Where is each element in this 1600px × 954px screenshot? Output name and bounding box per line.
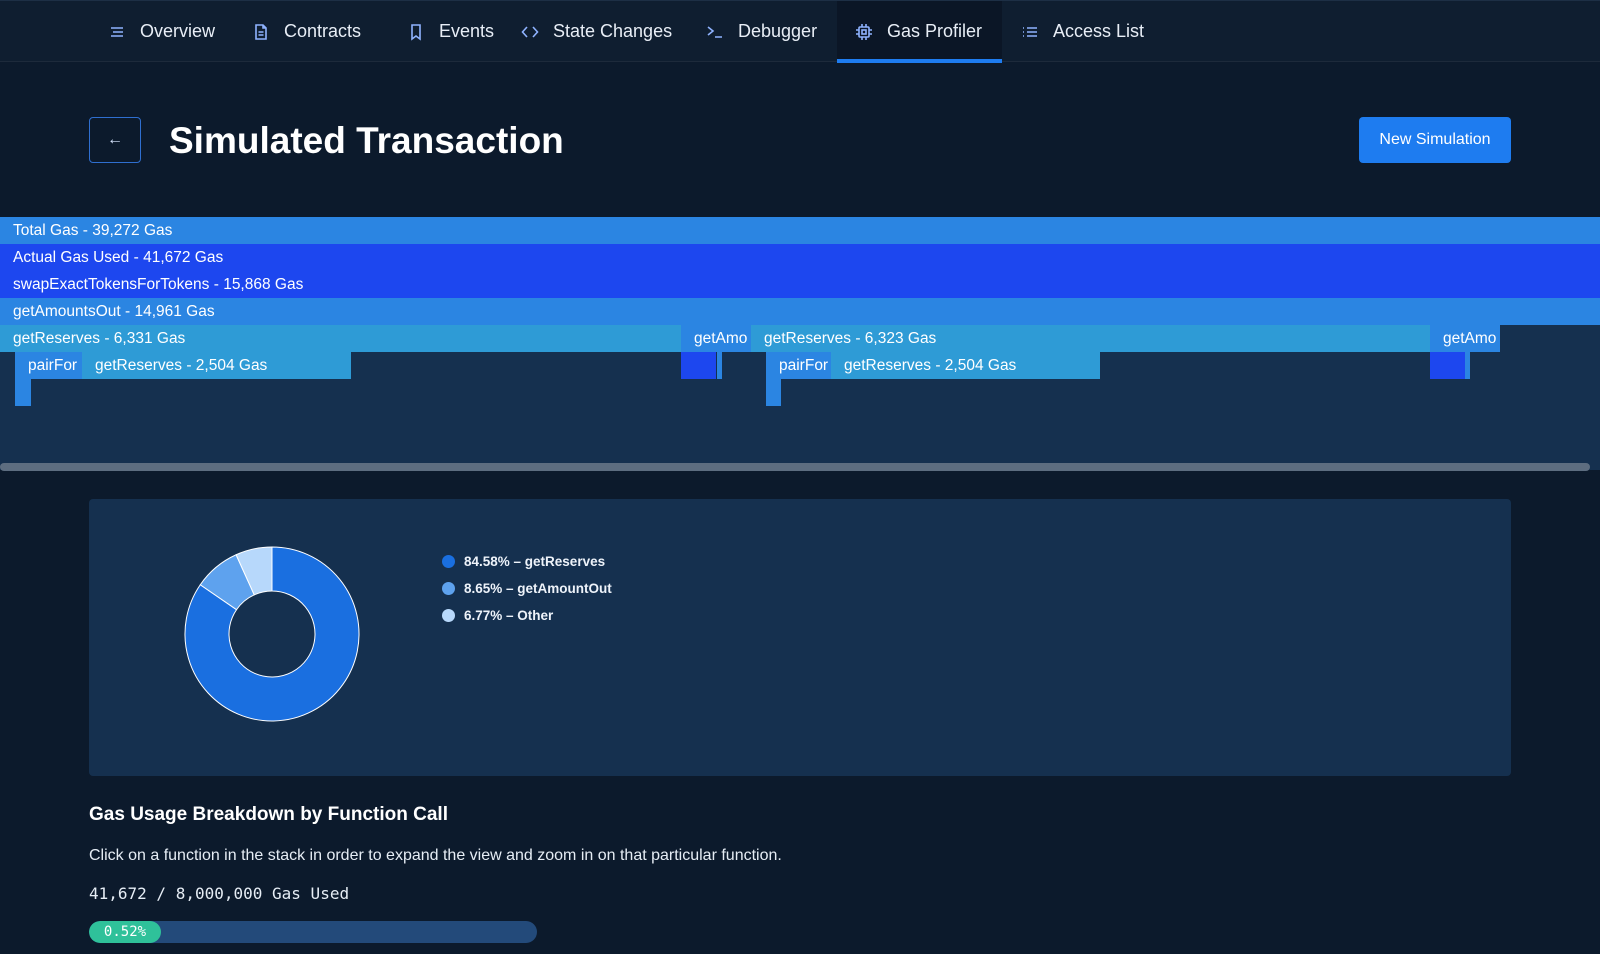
tab-debugger[interactable]: Debugger: [688, 1, 835, 62]
legend-item-other: 6.77% – Other: [442, 602, 612, 629]
legend-dot: [442, 609, 455, 622]
gas-progress-bar: 0.52%: [89, 921, 537, 943]
gas-pie-panel: 84.58% – getReserves 8.65% – getAmountOu…: [89, 499, 1511, 776]
flame-frame-small-6[interactable]: [766, 379, 781, 406]
top-nav: Overview Contracts Events State Changes …: [0, 0, 1600, 63]
flame-frame-total-gas[interactable]: Total Gas - 39,272 Gas: [0, 217, 1600, 244]
code-brackets-icon: [521, 23, 539, 41]
breakdown-title: Gas Usage Breakdown by Function Call: [89, 804, 448, 825]
tab-contracts[interactable]: Contracts: [234, 1, 379, 62]
gas-used-readout: 41,672 / 8,000,000 Gas Used: [89, 884, 350, 903]
tab-state-changes[interactable]: State Changes: [503, 1, 690, 62]
gas-progress-fill: 0.52%: [89, 921, 161, 943]
legend-item-get-reserves: 84.58% – getReserves: [442, 548, 612, 575]
flame-frame-small-2[interactable]: [717, 352, 722, 379]
bookmark-icon: [407, 23, 425, 41]
legend-dot: [442, 555, 455, 568]
flame-frame-small-4[interactable]: [1465, 352, 1470, 379]
tab-access-list[interactable]: Access List: [1003, 1, 1162, 62]
terminal-prompt-icon: [706, 23, 724, 41]
flame-frame-small-1[interactable]: [681, 352, 716, 379]
horizontal-scrollbar[interactable]: [0, 463, 1590, 471]
tab-label: Overview: [140, 21, 216, 41]
legend-label: 6.77% – Other: [464, 608, 554, 623]
flame-frame-get-amount-out-1[interactable]: getAmo: [681, 325, 751, 352]
tab-gas-profiler[interactable]: Gas Profiler: [837, 1, 1002, 63]
flame-frame-get-amounts-out[interactable]: getAmountsOut - 14,961 Gas: [0, 298, 1600, 325]
tab-label: Debugger: [738, 21, 818, 41]
legend-label: 84.58% – getReserves: [464, 554, 606, 569]
chip-icon: [855, 23, 873, 41]
flame-frame-get-reserves-1[interactable]: getReserves - 6,331 Gas: [0, 325, 681, 352]
gas-donut-chart: [184, 546, 360, 722]
page-title: Simulated Transaction: [169, 120, 564, 161]
flame-frame-small-5[interactable]: [15, 379, 31, 406]
flame-frame-get-reserves-2[interactable]: getReserves - 6,323 Gas: [751, 325, 1430, 352]
tab-label: Access List: [1053, 21, 1145, 41]
menu-lines-icon: [108, 23, 126, 41]
tab-label: State Changes: [553, 21, 673, 41]
tab-label: Gas Profiler: [887, 21, 983, 41]
legend-item-get-amount-out: 8.65% – getAmountOut: [442, 575, 612, 602]
flame-frame-get-reserves-4[interactable]: getReserves - 2,504 Gas: [831, 352, 1100, 379]
legend-dot: [442, 582, 455, 595]
breakdown-description: Click on a function in the stack in orde…: [89, 847, 782, 864]
new-simulation-button[interactable]: New Simulation: [1359, 117, 1511, 163]
flame-frame-pair-for-1[interactable]: pairFor: [15, 352, 82, 379]
arrow-left-icon: ←: [107, 131, 123, 148]
back-button[interactable]: ←: [89, 117, 141, 163]
legend-label: 8.65% – getAmountOut: [464, 581, 612, 596]
flame-frame-swap[interactable]: swapExactTokensForTokens - 15,868 Gas: [0, 271, 1600, 298]
flame-frame-actual-gas[interactable]: Actual Gas Used - 41,672 Gas: [0, 244, 1600, 271]
pie-legend: 84.58% – getReserves 8.65% – getAmountOu…: [442, 548, 612, 629]
flame-frame-pair-for-2[interactable]: pairFor: [766, 352, 831, 379]
flame-frame-get-reserves-3[interactable]: getReserves - 2,504 Gas: [82, 352, 351, 379]
flame-frame-get-amount-out-2[interactable]: getAmo: [1430, 325, 1500, 352]
tab-overview[interactable]: Overview: [90, 1, 233, 62]
flame-graph: Total Gas - 39,272 Gas Actual Gas Used -…: [0, 217, 1600, 470]
tab-label: Contracts: [284, 21, 362, 41]
tab-events[interactable]: Events: [389, 1, 512, 62]
list-icon: [1021, 23, 1039, 41]
tab-label: Events: [439, 21, 495, 41]
document-icon: [252, 23, 270, 41]
flame-frame-small-3[interactable]: [1430, 352, 1465, 379]
